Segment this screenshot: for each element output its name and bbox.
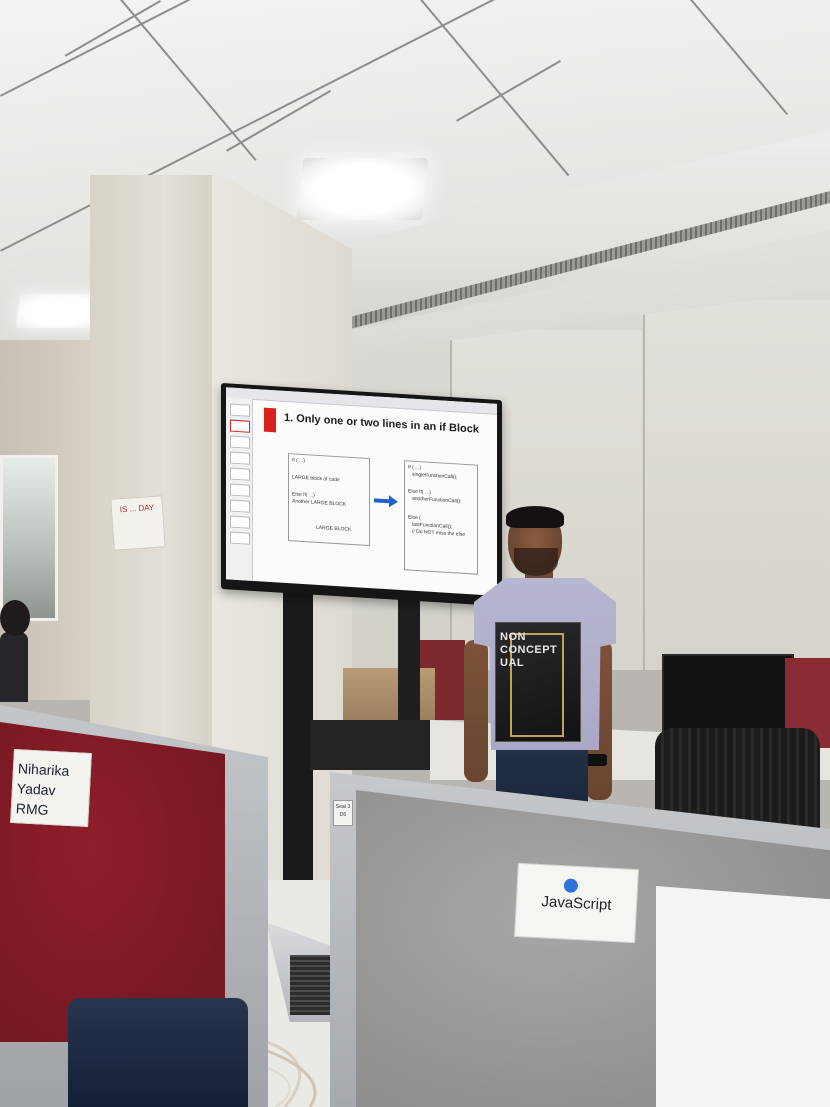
ceiling-light: [296, 158, 429, 220]
presenter-hair: [506, 506, 564, 528]
backpack-logo: [125, 1078, 159, 1088]
tv-stand-pole: [398, 585, 420, 735]
seated-person: [0, 632, 28, 702]
name-card-name: Niharika Yadav: [16, 760, 70, 799]
slide-code-right: If ( ...) singleFunctionCall(); Else If(…: [404, 460, 478, 575]
slide-thumbnail: [230, 403, 250, 417]
name-card: Niharika Yadav RMG: [10, 749, 92, 827]
tv-screen: 1. Only one or two lines in an if Block …: [226, 387, 497, 596]
slide-thumbnail: [230, 499, 250, 513]
window-blind: [643, 300, 830, 670]
code-line: If ( ...): [292, 457, 306, 465]
slide-accent-bar: [264, 407, 276, 433]
window: [0, 455, 58, 621]
slide-thumbnail-panel: [226, 397, 253, 581]
slide-thumbnail: [230, 419, 250, 433]
seat-label: Seat 3 D6: [333, 800, 353, 826]
ceiling-grid-line: [226, 90, 331, 152]
pillar-note: IS ... DAY: [110, 495, 166, 551]
ceiling-grid-line: [690, 0, 788, 115]
slide-thumbnail: [230, 531, 250, 545]
code-line: LARGE block of code: [292, 474, 340, 484]
slide-code-left: If ( ...) LARGE block of code Else If( .…: [288, 453, 370, 547]
watch-icon: [585, 754, 607, 766]
tv-stand-shelf: [310, 720, 430, 770]
paper-sheet: [656, 886, 830, 1107]
cardboard-box: [343, 668, 435, 720]
backpack: [68, 998, 248, 1107]
javascript-sign-title: JavaScript: [541, 893, 612, 914]
ceiling-grid-line: [456, 60, 561, 122]
slide-thumbnail: [230, 515, 250, 529]
seated-person-head: [0, 600, 30, 636]
presenter-arm: [464, 640, 488, 782]
tv-stand-pole: [283, 585, 313, 895]
pushpin-icon: [563, 878, 579, 894]
slide-thumbnail: [230, 451, 250, 465]
ceiling-grid-line: [0, 0, 376, 97]
slide-thumbnail: [230, 435, 250, 449]
tv-display: 1. Only one or two lines in an if Block …: [221, 383, 502, 607]
right-arrow-icon: [374, 495, 398, 508]
shirt-print: NON CONCEPT UAL: [495, 622, 581, 742]
ceiling-grid-line: [120, 0, 257, 161]
code-line: LARGE BLOCK: [316, 524, 352, 533]
javascript-sign: JavaScript: [514, 862, 639, 944]
presenter-beard: [514, 548, 558, 576]
name-card-team: RMG: [15, 800, 49, 818]
slide-title: 1. Only one or two lines in an if Block: [284, 411, 479, 436]
shirt-print-text: NON CONCEPT UAL: [500, 631, 558, 669]
ceiling-grid-line: [420, 0, 570, 177]
slide-thumbnail: [230, 483, 250, 497]
slide-thumbnail: [230, 467, 250, 481]
laptop-keyboard: [290, 955, 330, 1015]
